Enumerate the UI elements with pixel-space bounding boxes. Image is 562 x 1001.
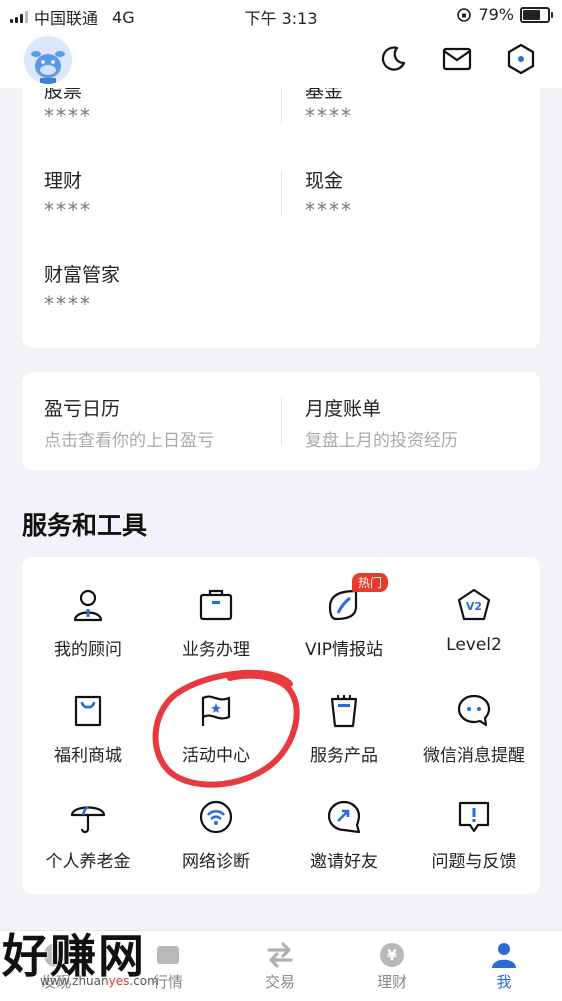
reports-card: 盈亏日历 点击查看你的上日盈亏 月度账单 复盘上月的投资经历 (22, 372, 540, 470)
profit-calendar-title: 盈亏日历 (44, 398, 121, 420)
tool-label: 问题与反馈 (431, 852, 517, 872)
tool-label: Level2 (446, 635, 502, 655)
tool-label: 服务产品 (310, 746, 378, 766)
services-card: 我的顾问 业务办理 热门 VIP情报站 V2 Level2 福利商城 活动中心 (22, 557, 540, 894)
tab-profile[interactable]: 我 (448, 939, 560, 992)
battery-percent: 79% (478, 5, 514, 24)
section-title: 服务和工具 (22, 511, 148, 540)
battery-icon (520, 6, 553, 23)
asset-value-wealth-manager: **** (44, 292, 92, 316)
tab-market[interactable]: 行情 (112, 939, 224, 992)
invite-icon (324, 797, 364, 837)
shopping-bag-icon (68, 691, 108, 731)
tab-discover[interactable]: 发现 (0, 939, 112, 992)
svg-text:¥: ¥ (387, 948, 397, 964)
umbrella-icon (68, 797, 108, 837)
asset-label-cash[interactable]: 现金 (305, 166, 343, 193)
level2-icon: V2 (454, 585, 494, 625)
asset-value-stock: **** (44, 104, 92, 128)
asset-label-wealth-manager[interactable]: 财富管家 (44, 260, 120, 287)
feedback-icon (454, 797, 494, 837)
wealth-icon: ¥ (336, 939, 448, 971)
tool-network-diagnose[interactable]: 网络诊断 (152, 797, 280, 872)
tab-trade[interactable]: 交易 (224, 939, 336, 992)
tab-label: 理财 (376, 973, 407, 991)
tool-activity-center[interactable]: 活动中心 (152, 691, 280, 766)
cow-avatar-icon (31, 51, 65, 84)
tool-label: 微信消息提醒 (423, 746, 525, 766)
tool-welfare-mall[interactable]: 福利商城 (24, 691, 152, 766)
tool-label: 活动中心 (182, 746, 250, 766)
tool-business[interactable]: 业务办理 (152, 585, 280, 660)
discover-icon (0, 939, 112, 971)
tab-label: 发现 (40, 973, 71, 991)
avatar-overlay (24, 36, 72, 84)
tool-label: 个人养老金 (45, 852, 131, 872)
tool-label: 福利商城 (54, 746, 122, 766)
tool-wechat-reminder[interactable]: 微信消息提醒 (410, 691, 538, 766)
settings-hexagon-icon[interactable] (504, 42, 538, 76)
tab-label: 交易 (264, 973, 295, 991)
monthly-bill-subtitle: 复盘上月的投资经历 (305, 431, 458, 451)
tool-label: 网络诊断 (182, 852, 250, 872)
market-icon (112, 939, 224, 971)
wechat-icon (454, 691, 494, 731)
asset-value-wealth: **** (44, 198, 92, 222)
tab-label: 行情 (152, 973, 183, 991)
tab-bar: 发现 行情 交易 ¥ 理财 我 (0, 930, 562, 1001)
tool-my-advisor[interactable]: 我的顾问 (24, 585, 152, 660)
moon-icon[interactable] (376, 42, 410, 76)
tool-label: 我的顾问 (54, 640, 122, 660)
tool-invite-friends[interactable]: 邀请好友 (280, 797, 408, 872)
tool-label: 业务办理 (182, 640, 250, 660)
briefcase-icon (196, 585, 236, 625)
mail-icon[interactable] (440, 42, 474, 76)
trade-icon (224, 939, 336, 971)
tab-wealth[interactable]: ¥ 理财 (336, 939, 448, 992)
tool-level2[interactable]: V2 Level2 (410, 585, 538, 655)
tool-label: VIP情报站 (305, 640, 383, 660)
tool-pension[interactable]: 个人养老金 (24, 797, 152, 872)
asset-value-cash: **** (305, 198, 353, 222)
vip-leaf-icon: 热门 (324, 573, 389, 625)
assets-card: 股票 **** 基金 **** 理财 **** 现金 **** 财富管家 ***… (22, 72, 540, 348)
profit-calendar-subtitle: 点击查看你的上日盈亏 (44, 431, 214, 451)
hot-badge: 热门 (352, 573, 389, 592)
svg-text:V2: V2 (466, 600, 482, 613)
tool-service-products[interactable]: 服务产品 (280, 691, 408, 766)
tool-vip-intel[interactable]: 热门 VIP情报站 (280, 573, 408, 660)
tab-label: 我 (496, 973, 512, 991)
monthly-bill-title: 月度账单 (305, 398, 382, 420)
status-bar: 中国联通 4G 下午 3:13 79% (0, 0, 562, 30)
product-icon (324, 691, 364, 731)
profile-icon (448, 939, 560, 971)
asset-value-fund: **** (305, 104, 353, 128)
tool-label: 邀请好友 (310, 852, 378, 872)
asset-label-wealth[interactable]: 理财 (44, 166, 82, 193)
advisor-icon (68, 585, 108, 625)
flag-icon (196, 691, 236, 731)
wifi-diagnose-icon (196, 797, 236, 837)
tool-feedback[interactable]: 问题与反馈 (410, 797, 538, 872)
rotation-lock-icon (457, 7, 472, 22)
